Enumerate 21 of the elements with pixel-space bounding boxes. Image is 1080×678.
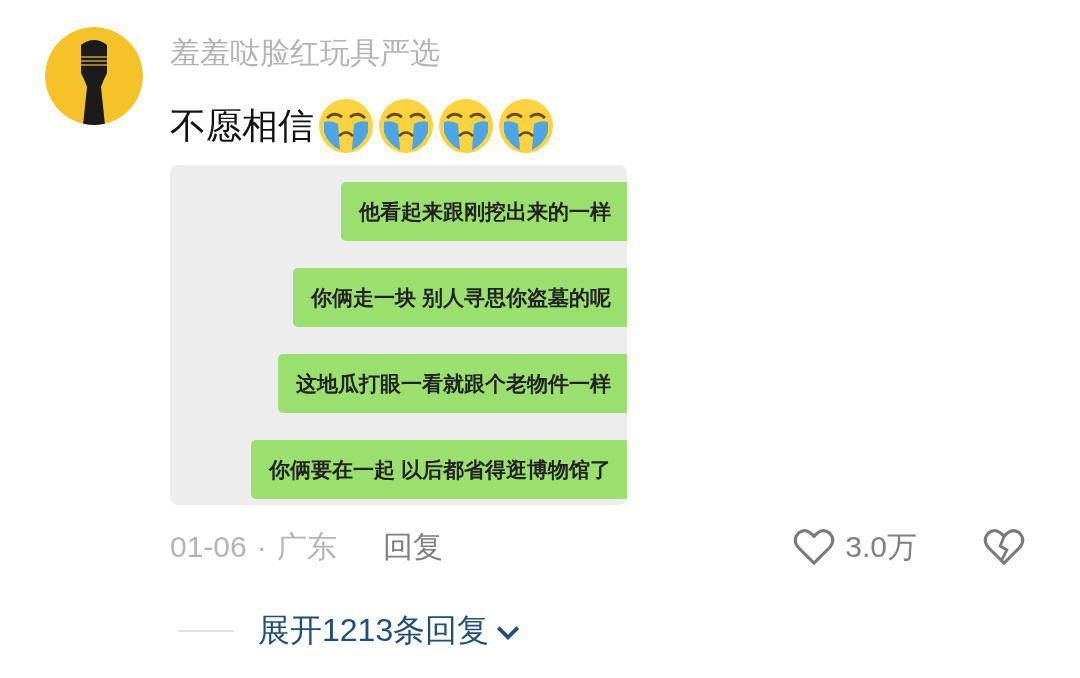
crying-face-icon — [498, 98, 554, 154]
chevron-down-icon — [495, 624, 522, 642]
crying-face-icon — [318, 98, 374, 154]
comment-text: 不愿相信 — [170, 104, 314, 148]
expand-replies-link[interactable]: 展开1213条回复 — [258, 609, 522, 653]
like-count: 3.0万 — [845, 528, 917, 565]
dislike-button[interactable] — [983, 528, 1025, 566]
location: 广东 — [276, 528, 337, 565]
like-button[interactable]: 3.0万 — [793, 526, 917, 568]
crying-face-icon — [378, 98, 434, 154]
avatar[interactable] — [45, 27, 143, 125]
chat-bubble: 这地瓜打眼一看就跟个老物件一样 — [278, 354, 627, 413]
date: 01-06 — [170, 530, 247, 564]
separator: · — [256, 530, 267, 564]
chat-bubble: 你俩要在一起 以后都省得逛博物馆了 — [251, 440, 627, 499]
username[interactable]: 羞羞哒脸红玩具严选 — [170, 31, 440, 75]
chat-bubble: 你俩走一块 别人寻思你盗墓的呢 — [293, 268, 627, 327]
chat-screenshot[interactable]: 他看起来跟刚挖出来的一样 你俩走一块 别人寻思你盗墓的呢 这地瓜打眼一看就跟个老物件一样 你俩要在一起 以后都省得逛博物馆了 — [170, 165, 627, 505]
chat-bubble: 他看起来跟刚挖出来的一样 — [341, 182, 627, 241]
crying-face-icon — [438, 98, 494, 154]
reply-button[interactable]: 回复 — [382, 526, 443, 568]
